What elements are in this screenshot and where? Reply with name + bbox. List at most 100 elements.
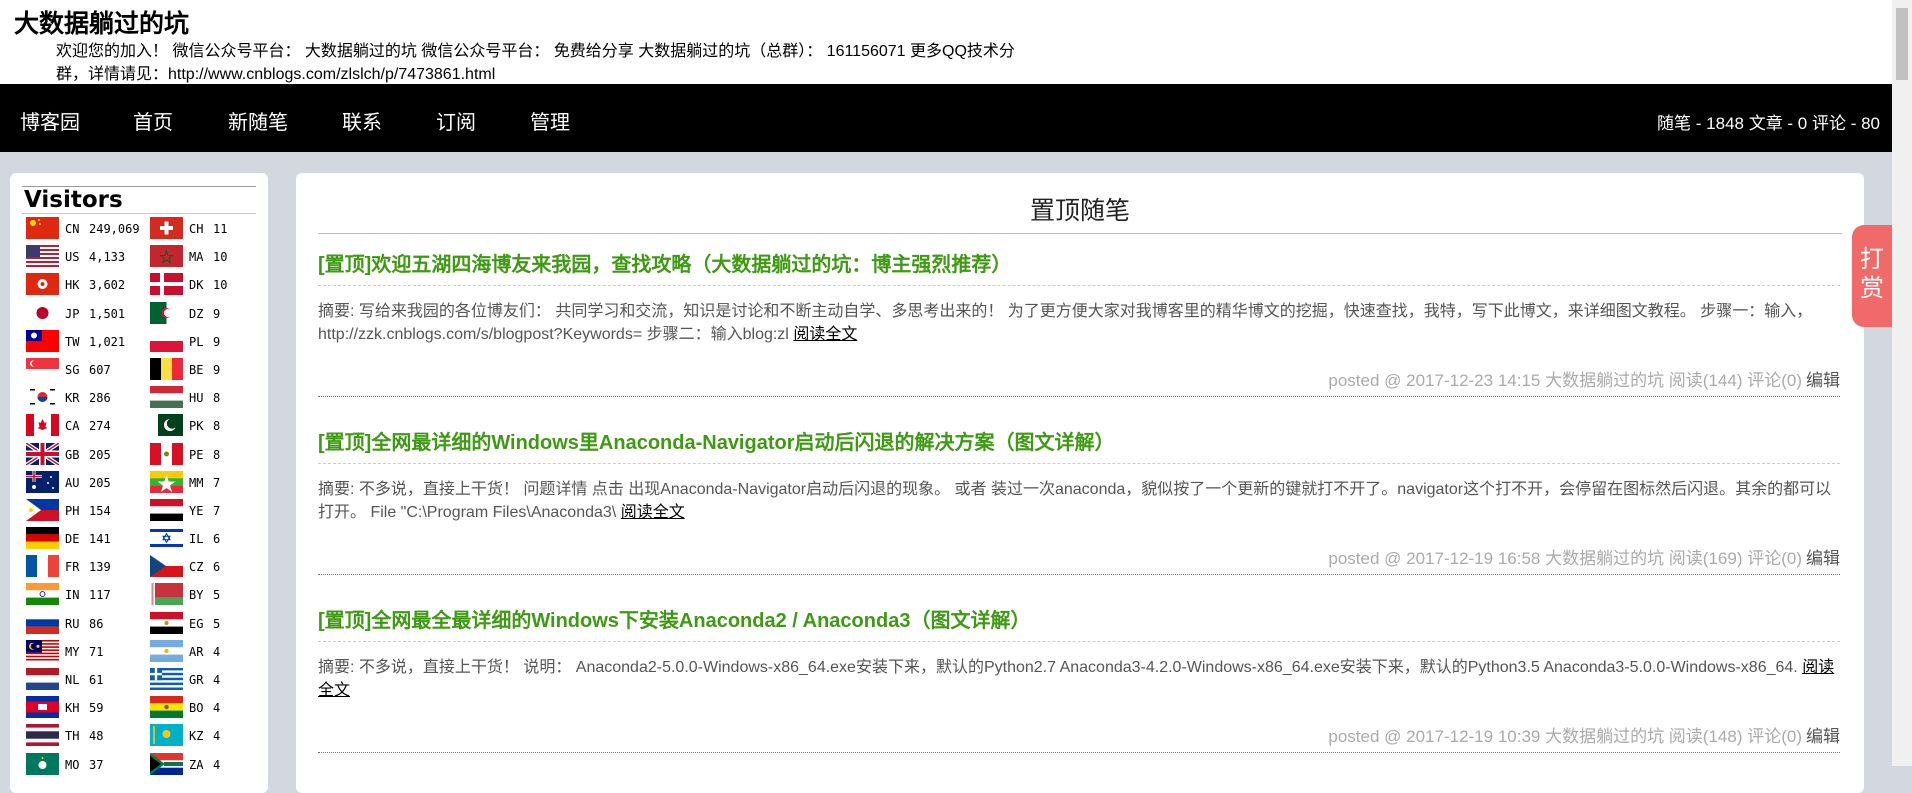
visitor-count: 5: [213, 616, 221, 631]
scrollbar-thumb[interactable]: [1896, 8, 1908, 80]
flag-de-icon: [26, 527, 59, 550]
pinned-posts-panel: 置顶随笔 [置顶]欢迎五湖四海博友来我园，查找攻略（大数据躺过的坑：博主强烈推荐…: [296, 173, 1864, 793]
read-more-link[interactable]: 阅读全文: [793, 326, 857, 343]
flag-in-icon: [26, 583, 59, 606]
blog-description: 欢迎您的加入！ 微信公众号平台： 大数据躺过的坑 微信公众号平台： 免费给分享 …: [56, 43, 1015, 83]
post-title-link[interactable]: [置顶]全网最全最详细的Windows下安装Anaconda2 / Anacon…: [318, 604, 1030, 633]
visitors-title: Visitors: [24, 187, 123, 213]
country-code: BE: [189, 362, 204, 377]
country-code: DE: [65, 532, 80, 547]
flag-counter-row-nl: NL 61: [26, 666, 146, 694]
visitor-count: 48: [89, 729, 104, 744]
country-code: DZ: [189, 306, 204, 321]
post-meta-text: posted @ 2017-12-23 14:15 大数据躺过的坑 阅读(144…: [1328, 371, 1802, 390]
flag-counter-row-ar: AR 4: [150, 638, 270, 666]
flag-au-icon: [26, 470, 59, 493]
flag-kh-icon: [26, 696, 59, 719]
visitor-count: 4: [213, 729, 221, 744]
flag-counter-row-hk: HK 3,602: [26, 271, 146, 299]
post-title-link[interactable]: [置顶]欢迎五湖四海博友来我园，查找攻略（大数据躺过的坑：博主强烈推荐）: [318, 248, 1011, 277]
flag-counter-row-cz: CZ 6: [150, 553, 270, 581]
country-code: MO: [65, 757, 80, 772]
flag-th-icon: [26, 724, 59, 747]
country-code: IN: [65, 588, 80, 603]
visitor-count: 7: [213, 503, 221, 518]
country-code: FR: [65, 560, 80, 575]
flag-hu-icon: [150, 386, 183, 409]
visitor-count: 9: [213, 334, 221, 349]
flag-dk-icon: [150, 273, 183, 296]
post-summary: 摘要: 写给来我园的各位博友们： 共同学习和交流，知识是讨论和不断主动自学、多思…: [318, 300, 1840, 346]
nav-item-new-post[interactable]: 新随笔: [228, 106, 288, 135]
flag-cn-icon: [26, 217, 59, 239]
edit-link[interactable]: 编辑: [1806, 727, 1840, 746]
visitor-count: 7: [213, 475, 221, 490]
flag-counter-row-de: DE 141: [26, 525, 146, 553]
read-more-link[interactable]: 阅读全文: [621, 504, 685, 521]
flag-counter-row-ca: CA 274: [26, 412, 146, 440]
visitor-count: 4: [213, 701, 221, 716]
visitor-count: 249,069: [89, 222, 140, 236]
flag-counter-row-jp: JP 1,501: [26, 300, 146, 328]
edit-link[interactable]: 编辑: [1806, 371, 1840, 390]
country-code: EG: [189, 616, 204, 631]
flag-counter-row-tw: TW 1,021: [26, 328, 146, 356]
flag-pk-icon: [150, 414, 183, 437]
nav-item-manage[interactable]: 管理: [530, 106, 570, 135]
country-code: GR: [189, 673, 204, 687]
divider: [318, 463, 1840, 464]
flag-counter-row-cn: CN 249,069: [26, 215, 146, 243]
visitor-count: 5: [213, 588, 221, 603]
flag-counter-row-in: IN 117: [26, 581, 146, 609]
scrollbar[interactable]: [1892, 0, 1912, 766]
country-code: NL: [65, 673, 80, 687]
visitor-count: 10: [213, 278, 228, 293]
flag-counter-row-dz: DZ 9: [150, 300, 270, 328]
country-code: KZ: [189, 729, 204, 744]
visitor-count: 8: [213, 391, 221, 406]
nav-item-contact[interactable]: 联系: [342, 106, 382, 135]
flag-hk-icon: [26, 273, 59, 296]
flag-bo-icon: [150, 696, 183, 719]
visitor-count: 4: [213, 757, 221, 772]
visitor-count: 8: [213, 447, 221, 462]
country-code: TH: [65, 729, 80, 744]
post-item: [置顶]全网最详细的Windows里Anaconda-Navigator启动后闪…: [318, 426, 1840, 604]
flag-counter-row-il: IL 6: [150, 525, 270, 553]
country-code: AR: [189, 644, 204, 659]
visitor-count: 86: [89, 616, 104, 631]
visitor-count: 1,021: [89, 334, 126, 349]
divider: [318, 641, 1840, 642]
flag-by-icon: [150, 583, 183, 606]
edit-link[interactable]: 编辑: [1806, 549, 1840, 568]
nav-item-subscribe[interactable]: 订阅: [436, 106, 476, 135]
flag-ru-icon: [26, 611, 59, 634]
visitor-count: 274: [89, 419, 111, 434]
post-title-link[interactable]: [置顶]全网最详细的Windows里Anaconda-Navigator启动后闪…: [318, 426, 1115, 455]
divider: [318, 285, 1840, 286]
flag-pe-icon: [150, 442, 183, 465]
visitor-count: 3,602: [89, 278, 126, 293]
country-code: PK: [189, 419, 204, 434]
nav-item-cnblogs[interactable]: 博客园: [20, 106, 80, 135]
divider: [22, 213, 256, 214]
flag-counter-row-au: AU 205: [26, 469, 146, 497]
flag-kz-icon: [150, 724, 183, 747]
blog-title[interactable]: 大数据躺过的坑: [14, 4, 189, 40]
nav-item-home[interactable]: 首页: [133, 106, 173, 135]
visitor-count: 9: [213, 362, 221, 377]
flag-ma-icon: [150, 245, 183, 268]
flag-nl-icon: [26, 668, 59, 690]
post-meta: posted @ 2017-12-19 16:58 大数据躺过的坑 阅读(169…: [1328, 544, 1840, 569]
flag-ph-icon: [26, 498, 59, 521]
flag-counter-row-ye: YE 7: [150, 497, 270, 525]
reward-button[interactable]: 打赏: [1852, 225, 1892, 327]
flag-counter-row-ph: PH 154: [26, 497, 146, 525]
flag-kr-icon: [26, 386, 59, 409]
flag-counter-row-hu: HU 8: [150, 384, 270, 412]
country-code: MM: [189, 475, 204, 490]
section-title: 置顶随笔: [1029, 197, 1130, 225]
visitor-count: 205: [89, 475, 111, 490]
visitor-count: 4: [213, 644, 221, 659]
country-code: CN: [65, 222, 80, 236]
